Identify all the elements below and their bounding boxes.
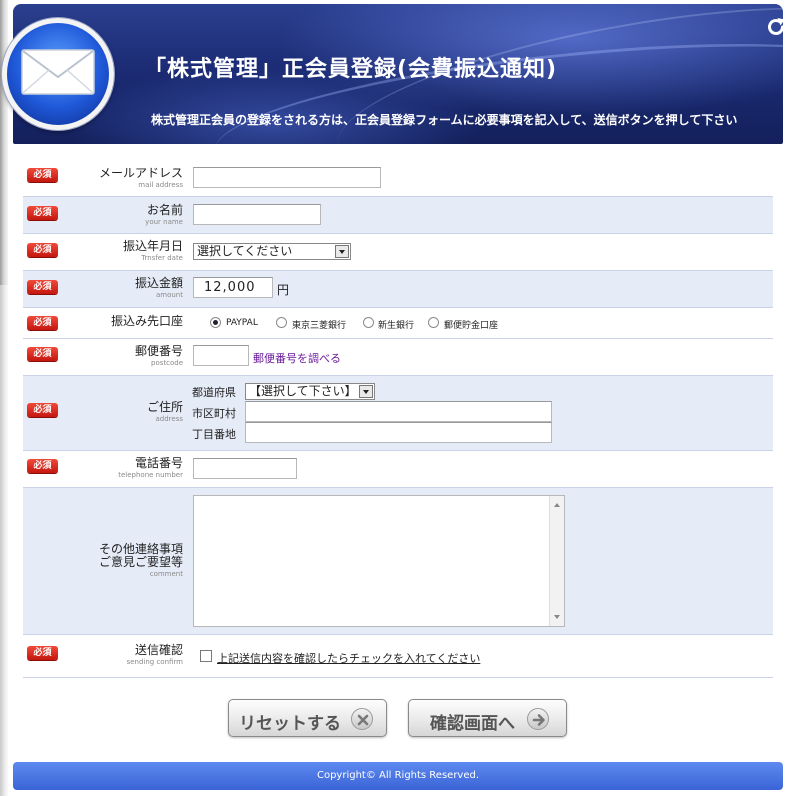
amount-field[interactable]: 12,000 <box>193 277 273 298</box>
required-badge: 必須 <box>27 206 58 220</box>
confirm-sublabel: sending confirm <box>126 658 183 666</box>
radio-shinsei[interactable] <box>363 317 374 328</box>
amount-unit: 円 <box>277 283 290 297</box>
date-sublabel: Trnsfer date <box>141 254 183 262</box>
date-label-text: 振込年月日 <box>122 239 183 253</box>
city-field[interactable] <box>245 401 552 422</box>
confirm-screen-button[interactable]: 確認画面へ <box>408 699 567 737</box>
prefecture-label: 都道府県 <box>192 386 236 399</box>
row-phone: 必須 電話番号 telephone number <box>23 451 773 488</box>
required-badge: 必須 <box>27 316 58 330</box>
close-icon <box>351 708 373 730</box>
radio-paypal[interactable] <box>210 317 221 328</box>
prefecture-selected: 【選択して下さい】 <box>249 384 357 398</box>
radio-postal[interactable] <box>428 317 439 328</box>
address-label: ご住所 address <box>147 401 183 424</box>
street-field[interactable] <box>245 422 552 443</box>
row-address: 必須 ご住所 address 都道府県 【選択して下さい】 市区町村 丁目番地 <box>23 376 773 451</box>
address-sublabel: address <box>155 415 183 423</box>
page-subtitle: 株式管理正会員の登録をされる方は、正会員登録フォームに必要事項を記入して、送信ボ… <box>151 113 738 127</box>
email-sublabel: mail address <box>138 181 183 189</box>
email-field[interactable] <box>193 167 381 188</box>
amount-sublabel: amount <box>155 291 183 299</box>
postcode-label: 郵便番号 postcode <box>135 345 183 368</box>
confirm-screen-button-label: 確認画面へ <box>430 714 515 734</box>
row-transfer-date: 必須 振込年月日 Trnsfer date 選択してください <box>23 234 773 271</box>
city-label: 市区町村 <box>192 407 236 420</box>
required-badge: 必須 <box>27 646 58 660</box>
radio-postal-label: 郵便貯金口座 <box>444 321 499 331</box>
row-amount: 必須 振込金額 amount 12,000 円 <box>23 271 773 308</box>
phone-label-text: 電話番号 <box>134 456 183 470</box>
row-account: 必須 振込み先口座 PAYPAL 東京三菱銀行 新生銀行 郵便貯金口座 <box>23 308 773 339</box>
postcode-lookup-link[interactable]: 郵便番号を調べる <box>253 350 341 366</box>
date-label: 振込年月日 Trnsfer date <box>123 240 183 263</box>
close-icon-glyph <box>357 714 369 726</box>
account-label: 振込み先口座 <box>111 315 183 328</box>
required-badge: 必須 <box>27 243 58 257</box>
page-title: 「株式管理」正会員登録(会費振込通知) <box>144 57 558 82</box>
transfer-date-select[interactable]: 選択してください <box>193 243 351 260</box>
chevron-down-icon[interactable] <box>359 385 373 398</box>
arrow-right-icon <box>527 708 549 730</box>
confirm-checkbox[interactable] <box>200 650 212 662</box>
prefecture-select[interactable]: 【選択して下さい】 <box>245 383 375 400</box>
radio-paypal-label: PAYPAL <box>226 318 258 328</box>
comment-label-line2: ご意見ご要望等 <box>98 555 183 569</box>
comment-label: その他連絡事項 ご意見ご要望等 comment <box>99 543 183 579</box>
row-confirm: 必須 送信確認 sending confirm 上記送信内容を確認したらチェック… <box>23 635 773 678</box>
phone-sublabel: telephone number <box>118 471 183 479</box>
postcode-field[interactable] <box>193 345 249 366</box>
required-badge: 必須 <box>27 403 58 417</box>
row-name: 必須 お名前 your name <box>23 197 773 234</box>
required-badge: 必須 <box>27 459 58 473</box>
required-badge: 必須 <box>27 280 58 294</box>
reset-button-label: リセットする <box>239 714 341 734</box>
name-field[interactable] <box>193 204 321 225</box>
footer: Copyright© All Rights Reserved. <box>13 762 783 790</box>
header-banner: 「株式管理」正会員登録(会費振込通知) 株式管理正会員の登録をされる方は、正会員… <box>13 4 783 144</box>
radio-tokyo-mitsubishi[interactable] <box>276 317 287 328</box>
scroll-down-icon[interactable] <box>554 615 560 619</box>
refresh-icon[interactable] <box>765 16 783 38</box>
amount-label-text: 振込金額 <box>134 276 183 290</box>
email-label: メールアドレス mail address <box>99 167 183 190</box>
address-label-text: ご住所 <box>146 400 183 414</box>
phone-label: 電話番号 telephone number <box>118 457 183 480</box>
confirm-label-text: 送信確認 <box>134 643 183 657</box>
postcode-label-text: 郵便番号 <box>134 344 183 358</box>
page-edge-shadow <box>0 285 8 796</box>
reset-button[interactable]: リセットする <box>228 699 387 737</box>
name-sublabel: your name <box>145 218 183 226</box>
required-badge: 必須 <box>27 347 58 361</box>
comment-scrollbar[interactable] <box>549 496 564 626</box>
confirm-checkbox-label[interactable]: 上記送信内容を確認したらチェックを入れてください <box>217 650 480 666</box>
radio-tokyo-mitsubishi-label: 東京三菱銀行 <box>292 321 347 331</box>
scroll-up-icon[interactable] <box>554 503 560 507</box>
row-postcode: 必須 郵便番号 postcode 郵便番号を調べる <box>23 339 773 376</box>
postcode-sublabel: postcode <box>151 359 183 367</box>
comment-textarea[interactable] <box>193 495 565 627</box>
row-comment: その他連絡事項 ご意見ご要望等 comment <box>23 488 773 635</box>
phone-field[interactable] <box>193 458 297 479</box>
envelope-icon <box>21 49 95 95</box>
comment-sublabel: comment <box>149 570 183 578</box>
street-label: 丁目番地 <box>192 428 236 441</box>
required-badge: 必須 <box>27 168 58 182</box>
name-label: お名前 your name <box>145 204 183 227</box>
confirm-label: 送信確認 sending confirm <box>127 644 183 667</box>
envelope-logo <box>2 18 114 130</box>
chevron-down-icon[interactable] <box>335 245 349 258</box>
transfer-date-selected: 選択してください <box>197 244 293 258</box>
amount-label: 振込金額 amount <box>135 277 183 300</box>
name-label-text: お名前 <box>146 203 183 217</box>
radio-shinsei-label: 新生銀行 <box>378 321 415 331</box>
row-email: 必須 メールアドレス mail address <box>23 159 773 197</box>
account-label-text: 振込み先口座 <box>110 314 183 328</box>
arrow-right-icon-glyph <box>532 714 545 726</box>
email-label-text: メールアドレス <box>98 166 183 180</box>
